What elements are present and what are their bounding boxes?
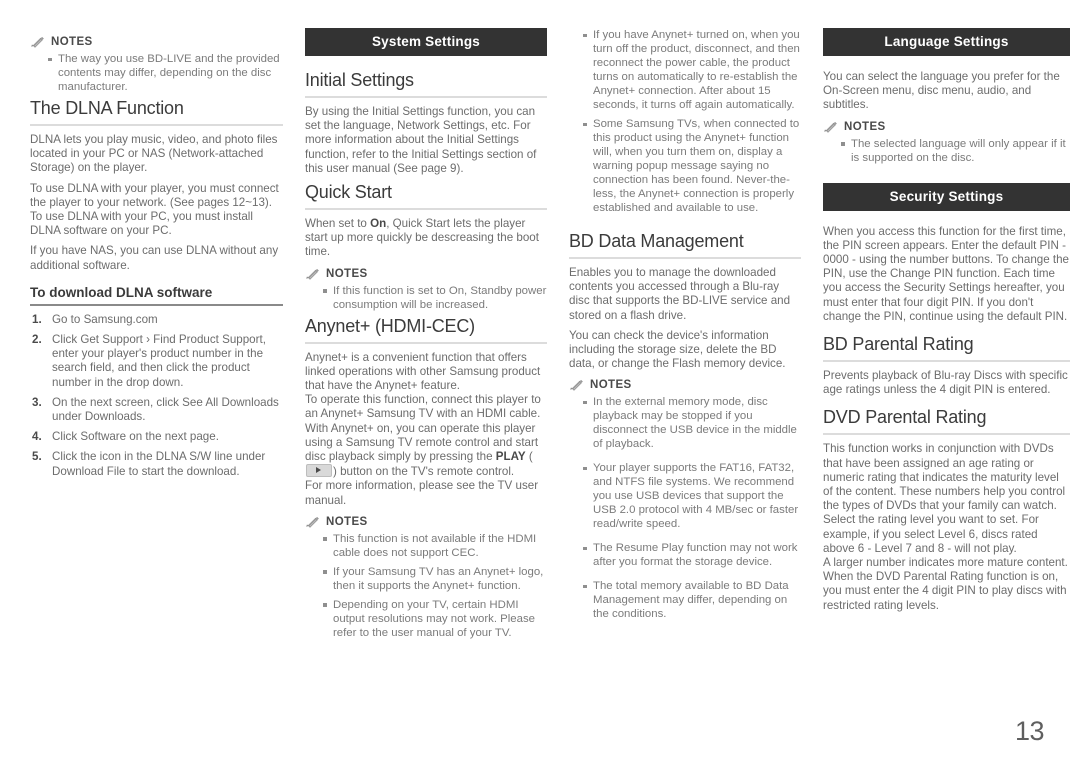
pencil-icon (30, 36, 45, 48)
paragraph: You can check the device's information i… (569, 328, 786, 371)
notes-title: NOTES (305, 516, 547, 528)
heading-rule (823, 433, 1070, 436)
bold-play: PLAY (495, 450, 526, 464)
heading-quick-start: Quick Start (305, 182, 392, 203)
paragraph: This function works in conjunction with … (823, 442, 1066, 513)
note-item: The total memory available to BD Data Ma… (583, 579, 801, 621)
notes-title: NOTES (569, 379, 801, 391)
page-number: 13 (1014, 716, 1045, 746)
notes-label: NOTES (590, 379, 632, 392)
list-item: On the next screen, click See All Downlo… (32, 395, 279, 424)
heading-anynet-hdmi-cec: Anynet+ (HDMI-CEC) (305, 315, 475, 336)
notes-list: If this function is set to On, Standby p… (305, 284, 547, 312)
paragraph-anynet-operate: To operate this function, connect this p… (305, 393, 547, 479)
notes-list-anynet-continued: If you have Anynet+ turned on, when you … (569, 28, 801, 215)
heading-download-dlna-software: To download DLNA software (30, 284, 213, 300)
notes-label: NOTES (51, 36, 93, 48)
heading-dlna-function: The DLNA Function (30, 98, 184, 118)
paragraph: When you access this function for the fi… (823, 224, 1070, 323)
paragraph: You can select the language you prefer f… (823, 70, 1060, 112)
note-item: In the external memory mode, disc playba… (583, 395, 801, 451)
note-item: Your player supports the FAT16, FAT32, a… (583, 461, 801, 531)
note-item: If you have Anynet+ turned on, when you … (583, 28, 801, 112)
text-part: ) button on the TV's remote control. (333, 465, 515, 479)
section-banner-system-settings: System Settings (305, 28, 547, 56)
notes-block-bd-data: NOTES In the external memory mode, disc … (569, 379, 801, 621)
notes-title: NOTES (305, 268, 547, 280)
heading-rule (569, 257, 801, 259)
heading-rule (305, 208, 547, 211)
notes-title: NOTES (823, 121, 1070, 133)
heading-initial-settings: Initial Settings (305, 70, 414, 90)
pencil-icon (569, 379, 584, 392)
notes-block-language: NOTES The selected language will only ap… (823, 121, 1070, 165)
section-banner-language-settings: Language Settings (823, 28, 1070, 56)
paragraph: DLNA lets you play music, video, and pho… (30, 133, 278, 175)
notes-list: The selected language will only appear i… (823, 137, 1070, 165)
pencil-icon (305, 516, 320, 528)
note-item: If this function is set to On, Standby p… (323, 284, 547, 312)
heading-rule (823, 360, 1070, 363)
paragraph: By using the Initial Settings function, … (305, 105, 537, 175)
column-layout: NOTES The way you use BD-LIVE and the pr… (30, 28, 1070, 718)
paragraph: Select the rating level you want to set.… (823, 513, 1039, 555)
section-banner-security-settings: Security Settings (823, 182, 1070, 211)
column-2: System Settings Initial Settings By usin… (305, 28, 547, 644)
column-1: NOTES The way you use BD-LIVE and the pr… (30, 28, 283, 485)
text-prefix: When set to (305, 217, 371, 231)
paragraph: When the DVD Parental Rating function is… (823, 570, 1067, 612)
pencil-icon (305, 268, 320, 280)
heading-bd-parental-rating: BD Parental Rating (823, 334, 974, 355)
note-item: If your Samsung TV has an Anynet+ logo, … (323, 565, 547, 593)
subheading-rule (30, 303, 283, 306)
paragraph: A larger number indicates more mature co… (823, 556, 1068, 570)
list-item: Click Get Support › Find Product Support… (32, 333, 266, 389)
paragraph: Prevents playback of Blu-ray Discs with … (823, 369, 1068, 397)
heading-rule (305, 96, 547, 98)
bold-on: On (370, 217, 387, 231)
note-item: The selected language will only appear i… (841, 137, 1070, 165)
notes-title: NOTES (30, 36, 283, 48)
notes-label: NOTES (326, 515, 368, 528)
paragraph: If you have NAS, you can use DLNA withou… (30, 244, 279, 272)
notes-list: In the external memory mode, disc playba… (569, 395, 801, 621)
paragraph: For more information, please see the TV … (305, 479, 539, 507)
paragraph: Anynet+ is a convenient function that of… (305, 350, 541, 393)
notes-block-bdlive: NOTES The way you use BD-LIVE and the pr… (30, 36, 283, 94)
play-button-icon (306, 464, 332, 478)
list-item: Go to Samsung.com (32, 312, 158, 327)
notes-list: The way you use BD-LIVE and the provided… (30, 52, 283, 94)
note-item: The Resume Play function may not work af… (583, 541, 801, 569)
paragraph: Enables you to manage the downloaded con… (569, 266, 791, 322)
paragraph: To use DLNA with your player, you must c… (30, 181, 279, 209)
manual-page: NOTES The way you use BD-LIVE and the pr… (0, 0, 1080, 761)
text-part: ( (525, 450, 533, 464)
notes-block-quick-start: NOTES If this function is set to On, Sta… (305, 268, 547, 312)
heading-dvd-parental-rating: DVD Parental Rating (823, 407, 987, 428)
note-item: Depending on your TV, certain HDMI outpu… (323, 598, 547, 640)
paragraph: To use DLNA with your PC, you must insta… (30, 210, 253, 238)
heading-rule (30, 124, 283, 126)
pencil-icon (823, 121, 838, 133)
notes-label: NOTES (844, 120, 886, 133)
note-item: Some Samsung TVs, when connected to this… (583, 117, 801, 215)
column-3: If you have Anynet+ turned on, when you … (569, 28, 801, 625)
paragraph-quick-start: When set to On, Quick Start lets the pla… (305, 217, 547, 260)
list-item: Click the icon in the DLNA S/W line unde… (32, 450, 266, 478)
column-4: Language Settings You can select the lan… (823, 28, 1070, 619)
note-item: This function is not available if the HD… (323, 532, 547, 560)
notes-block-anynet: NOTES This function is not available if … (305, 516, 547, 640)
download-steps-list: Go to Samsung.com Click Get Support › Fi… (30, 313, 283, 479)
list-item: Click Software on the next page. (32, 430, 219, 444)
notes-list: This function is not available if the HD… (305, 532, 547, 640)
note-item: The way you use BD-LIVE and the provided… (48, 52, 283, 94)
notes-label: NOTES (326, 267, 368, 280)
heading-rule (305, 341, 547, 344)
heading-bd-data-management: BD Data Management (569, 231, 744, 251)
